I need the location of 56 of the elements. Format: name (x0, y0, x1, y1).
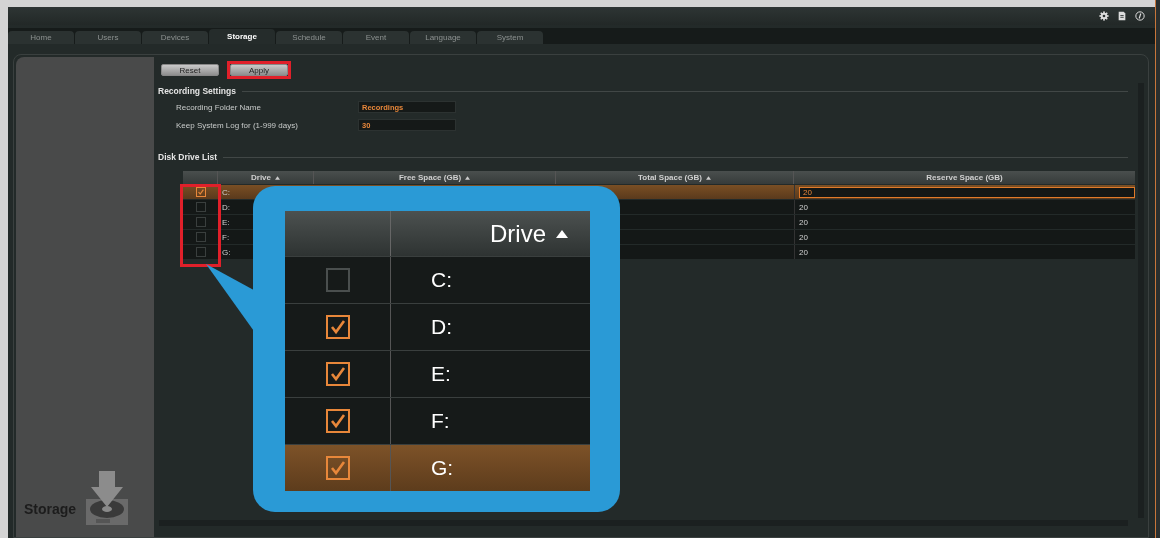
table-cell: F: (431, 409, 450, 433)
table-cell: 20 (799, 247, 808, 257)
sort-arrow-icon (556, 229, 568, 238)
section-title: Disk Drive List (158, 152, 218, 162)
checkbox[interactable] (325, 315, 350, 339)
settings-icon[interactable] (1099, 11, 1109, 21)
table-cell-text: F: (221, 231, 231, 244)
checkbox[interactable] (195, 247, 206, 257)
table-cell-text: G: (221, 246, 232, 259)
table-row[interactable]: C: (285, 257, 590, 303)
tab[interactable]: Home (8, 31, 74, 44)
table-cell-text: E: (221, 216, 231, 229)
table-cell: 20 (799, 232, 808, 242)
checkbox[interactable] (325, 268, 350, 292)
checkbox[interactable] (325, 456, 350, 480)
tab[interactable]: Users (75, 31, 141, 44)
table-cell: 20 (799, 202, 808, 212)
table-cell: E: (431, 362, 451, 386)
table-row[interactable]: D: (285, 304, 590, 350)
table-cell: C: (431, 268, 452, 292)
table-cell: 20 (799, 217, 808, 227)
tab[interactable]: Schedule (276, 31, 342, 44)
checkmark-icon (196, 188, 205, 196)
document-icon[interactable] (1117, 11, 1127, 21)
table-cell-text: C: (221, 186, 231, 199)
action-button[interactable]: Apply (230, 64, 288, 76)
column-header[interactable]: Reserve Space (GB) (794, 171, 1135, 184)
info-icon[interactable] (1135, 11, 1145, 21)
checkbox[interactable] (195, 202, 206, 212)
section-title: Recording Settings (158, 86, 236, 96)
tab[interactable]: Event (343, 31, 409, 44)
sort-arrow-icon (465, 175, 471, 180)
column-header[interactable]: Free Space (GB) (314, 171, 556, 184)
field-label: Recording Folder Name (176, 102, 262, 112)
tab[interactable]: Devices (142, 31, 208, 44)
table-cell: D: (431, 315, 452, 339)
tab[interactable]: Language (410, 31, 476, 44)
tab[interactable]: System (477, 31, 543, 44)
checkbox[interactable] (195, 187, 206, 197)
table-row[interactable]: F: (285, 398, 590, 444)
checkbox[interactable] (325, 362, 350, 386)
action-button[interactable]: Reset (161, 64, 219, 76)
table-cell: G: (431, 456, 454, 480)
table-row[interactable]: E: (285, 351, 590, 397)
sort-arrow-icon (705, 175, 711, 180)
checkbox[interactable] (195, 217, 206, 227)
table-cell-text: D: (221, 201, 231, 214)
tab[interactable]: Storage (209, 29, 275, 44)
checkbox[interactable] (195, 232, 206, 242)
input-field[interactable]: 20 (799, 186, 1135, 198)
checkbox[interactable] (325, 409, 350, 433)
column-header[interactable]: Total Space (GB) (556, 171, 794, 184)
table-row[interactable]: G: (285, 445, 590, 491)
column-header[interactable]: Drive (218, 171, 314, 184)
sort-arrow-icon (275, 175, 280, 180)
field-label: Keep System Log for (1-999 days) (176, 120, 299, 130)
